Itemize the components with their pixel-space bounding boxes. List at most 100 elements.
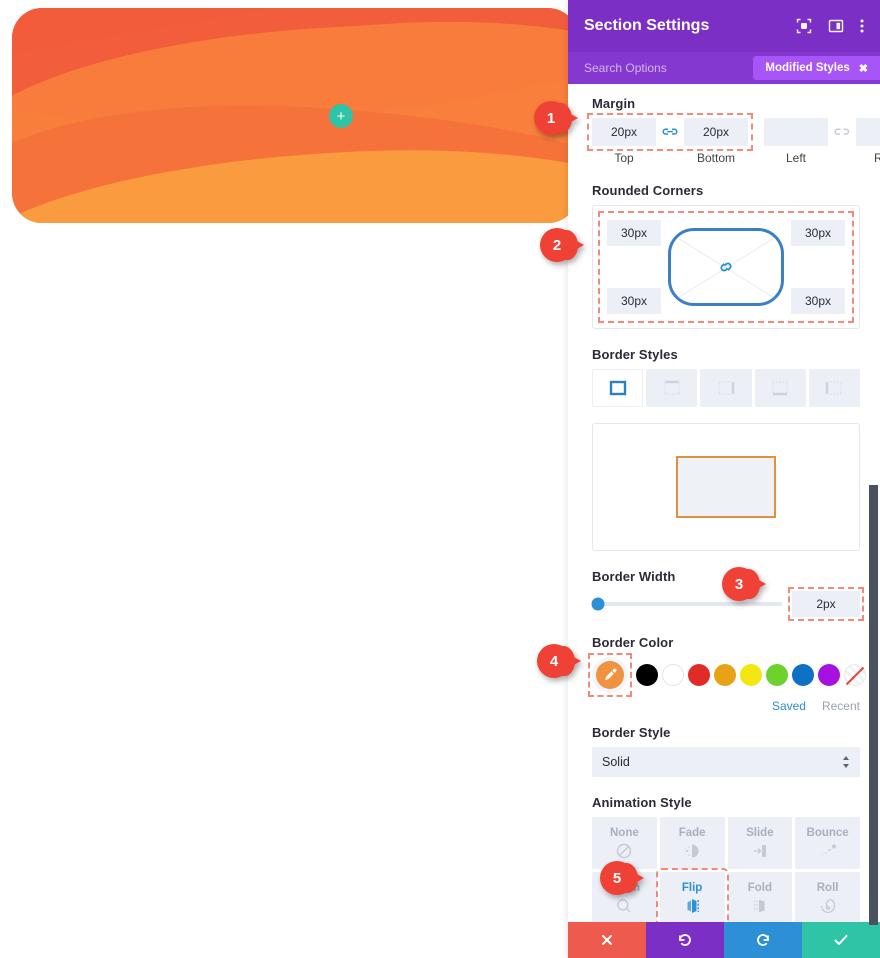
undo-button[interactable]	[646, 922, 724, 958]
border-width-input[interactable]	[792, 591, 860, 617]
swatch-purple[interactable]	[818, 664, 840, 686]
corner-top-left-input[interactable]: 30px	[607, 220, 661, 246]
border-preview-rect	[676, 456, 776, 518]
border-style-all-sides[interactable]	[592, 369, 644, 407]
border-styles-label: Border Styles	[592, 347, 678, 362]
swatch-red[interactable]	[688, 664, 710, 686]
border-style-select[interactable]: Solid	[592, 747, 860, 777]
animation-option-fade[interactable]: Fade	[659, 817, 725, 869]
animation-option-label: Bounce	[806, 826, 849, 839]
save-button[interactable]	[802, 922, 880, 958]
color-picker-wrap	[588, 653, 632, 697]
slider-knob[interactable]	[591, 597, 605, 611]
animation-option-fold[interactable]: Fold	[727, 872, 793, 922]
swatch-transparent[interactable]	[844, 664, 866, 686]
swatch-green[interactable]	[766, 664, 788, 686]
swatch-yellow[interactable]	[740, 664, 762, 686]
marker-number: 4	[537, 644, 571, 678]
corner-bottom-right-input[interactable]: 30px	[791, 288, 845, 314]
margin-right-cell	[856, 118, 880, 146]
margin-top-cell	[592, 118, 656, 146]
rounded-corners-label: Rounded Corners	[592, 183, 704, 198]
margin-top-caption: Top	[614, 151, 634, 165]
marker-number: 3	[722, 567, 756, 601]
link-icon-left-right[interactable]	[828, 118, 856, 146]
marker-pin-5: 5	[600, 861, 644, 895]
recent-colors-tab[interactable]: Recent	[822, 699, 860, 713]
border-width-slider[interactable]	[591, 597, 782, 611]
search-input[interactable]	[584, 61, 754, 75]
corner-top-right-input[interactable]: 30px	[791, 220, 845, 246]
animation-option-label: Fade	[678, 826, 706, 839]
redo-button[interactable]	[724, 922, 802, 958]
panel-footer	[568, 922, 880, 958]
animation-option-slide[interactable]: Slide	[727, 817, 793, 869]
corner-preview-shape	[668, 228, 784, 306]
more-vertical-icon[interactable]	[860, 18, 864, 34]
slide-icon	[753, 844, 766, 857]
border-color-label: Border Color	[592, 635, 674, 650]
marker-pin-3: 3	[722, 567, 766, 601]
section-settings-panel: Section Settings Search Options Modified…	[568, 0, 880, 958]
color-tabs: Saved Recent	[592, 699, 860, 713]
link-icon-top-bottom[interactable]	[656, 118, 684, 146]
cancel-button[interactable]	[568, 922, 646, 958]
swatch-black[interactable]	[636, 664, 658, 686]
marker-pin-2: 2	[540, 228, 584, 262]
border-color-swatches	[588, 653, 866, 697]
flip-icon	[687, 898, 700, 913]
animation-option-label: Fold	[747, 881, 773, 894]
border-styles-group	[592, 369, 861, 407]
close-icon[interactable]: ✖	[859, 62, 868, 75]
marker-number: 1	[534, 101, 568, 135]
swatch-orange[interactable]	[714, 664, 736, 686]
eyedropper-button[interactable]	[596, 661, 624, 689]
border-style-bottom-side[interactable]	[754, 369, 806, 407]
animation-option-bounce[interactable]: Bounce	[795, 817, 860, 869]
link-icon-corners[interactable]	[716, 257, 736, 277]
animation-style-label: Animation Style	[592, 795, 692, 810]
panel-search-row: Modified Styles ✖	[568, 52, 880, 84]
margin-top-input[interactable]	[592, 118, 656, 146]
marker-pin-1: 1	[534, 101, 578, 135]
border-preview-box	[592, 423, 860, 551]
marker-number: 2	[540, 228, 574, 262]
margin-left-right-group	[764, 118, 880, 146]
page-title: Section Settings	[584, 17, 710, 34]
margin-bottom-cell	[684, 118, 748, 146]
swatch-white[interactable]	[662, 664, 684, 686]
panel-scrollbar[interactable]	[869, 485, 878, 925]
margin-right-caption: Right	[873, 151, 880, 165]
modified-styles-badge[interactable]: Modified Styles ✖	[753, 56, 880, 80]
add-section-button[interactable]: +	[329, 104, 353, 128]
border-style-top-side[interactable]	[646, 369, 698, 407]
modified-styles-label: Modified Styles	[765, 62, 850, 74]
border-style-right-side[interactable]	[700, 369, 752, 407]
zoom-icon	[617, 898, 631, 912]
layout-panel-icon[interactable]	[828, 18, 844, 34]
fold-icon	[753, 899, 765, 912]
margin-bottom-caption: Bottom	[696, 151, 735, 165]
animation-option-flip[interactable]: Flip	[655, 868, 729, 922]
animation-option-label: Roll	[816, 881, 839, 894]
margin-left-cell	[764, 118, 828, 146]
focus-target-icon[interactable]	[796, 18, 812, 34]
margin-right-input[interactable]	[856, 118, 880, 146]
animation-option-label: Flip	[681, 881, 703, 894]
marker-number: 5	[600, 861, 634, 895]
marker-pin-4: 4	[537, 644, 581, 678]
roll-icon	[820, 898, 835, 913]
bounce-icon	[819, 844, 836, 857]
fade-icon	[684, 844, 699, 857]
border-style-left-side[interactable]	[808, 369, 861, 407]
animation-option-label: Slide	[746, 826, 774, 839]
hero-section[interactable]: +	[12, 8, 578, 223]
margin-left-input[interactable]	[764, 118, 828, 146]
margin-bottom-input[interactable]	[684, 118, 748, 146]
margin-label: Margin	[592, 96, 636, 111]
saved-colors-tab[interactable]: Saved	[772, 699, 806, 713]
swatch-blue[interactable]	[792, 664, 814, 686]
corner-bottom-left-input[interactable]: 30px	[607, 288, 661, 314]
animation-option-roll[interactable]: Roll	[795, 872, 860, 922]
panel-header: Section Settings	[568, 0, 880, 52]
